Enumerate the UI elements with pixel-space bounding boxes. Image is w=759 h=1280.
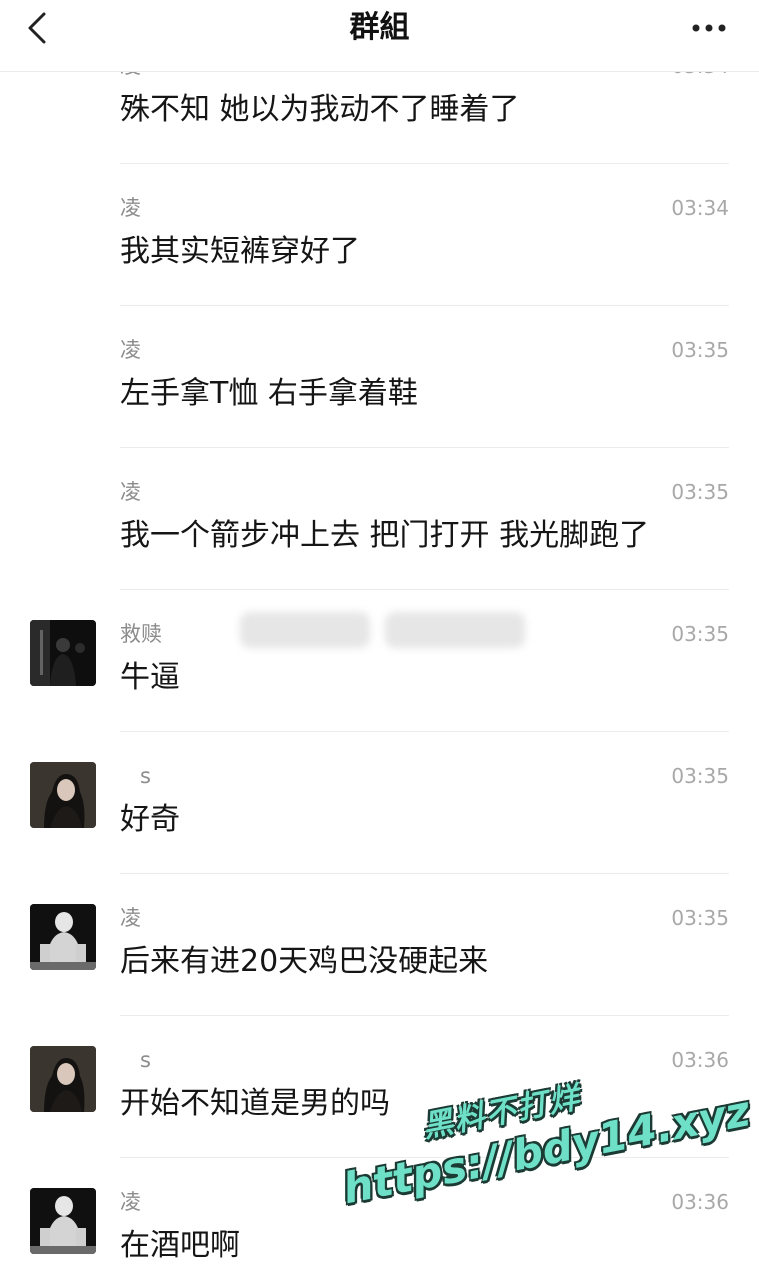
blurred-text (240, 612, 370, 648)
sender-name: 凌 (120, 196, 141, 220)
message-text: 我其实短裤穿好了 (120, 234, 360, 269)
more-button[interactable] (689, 10, 729, 46)
sender-name: s (140, 1048, 151, 1072)
message-time: 03:35 (671, 764, 729, 788)
top-bar: 群組 (0, 0, 759, 72)
avatar[interactable] (30, 620, 96, 686)
avatar[interactable] (30, 762, 96, 828)
message-time: 03:35 (671, 480, 729, 504)
avatar[interactable] (30, 1188, 96, 1254)
message-item[interactable]: 凌 03:35 我一个箭步冲上去 把门打开 我光脚跑了 (0, 448, 759, 590)
message-time: 03:36 (671, 1190, 729, 1214)
message-text: 殊不知 她以为我动不了睡着了 (120, 92, 520, 127)
message-item[interactable]: 凌 03:35 左手拿T恤 右手拿着鞋 (0, 306, 759, 448)
blurred-text (385, 612, 525, 648)
sender-name: 凌 (120, 1190, 141, 1214)
message-item[interactable]: 凌 03:36 在酒吧啊 (0, 1158, 759, 1280)
message-text: 牛逼 (120, 660, 180, 695)
sender-name: 凌 (120, 906, 141, 930)
message-item[interactable]: 凌 03:35 后来有进20天鸡巴没硬起来 (0, 874, 759, 1016)
message-text: 好奇 (120, 802, 180, 837)
sender-name: 凌 (120, 338, 141, 362)
sender-name: 救赎 (120, 622, 162, 646)
message-item[interactable]: 救赎 03:35 牛逼 (0, 590, 759, 732)
message-text: 我一个箭步冲上去 把门打开 我光脚跑了 (120, 518, 650, 553)
sender-name: 凌 (120, 480, 141, 504)
more-dots-icon (692, 24, 726, 32)
avatar[interactable] (30, 904, 96, 970)
sender-name: s (140, 764, 151, 788)
message-time: 03:34 (671, 196, 729, 220)
message-list[interactable]: 凌 03:34 殊不知 她以为我动不了睡着了 凌 03:34 我其实短裤穿好了 … (0, 0, 759, 1280)
page-title: 群組 (349, 10, 410, 45)
avatar[interactable] (30, 1046, 96, 1112)
message-time: 03:35 (671, 338, 729, 362)
message-item[interactable]: s 03:35 好奇 (0, 732, 759, 874)
message-item[interactable]: 凌 03:34 我其实短裤穿好了 (0, 164, 759, 306)
message-text: 后来有进20天鸡巴没硬起来 (120, 944, 489, 979)
message-text: 开始不知道是男的吗 (120, 1086, 390, 1121)
message-item[interactable]: s 03:36 开始不知道是男的吗 (0, 1016, 759, 1158)
message-time: 03:35 (671, 622, 729, 646)
message-text: 在酒吧啊 (120, 1228, 240, 1263)
message-time: 03:35 (671, 906, 729, 930)
message-text: 左手拿T恤 右手拿着鞋 (120, 376, 418, 411)
message-time: 03:36 (671, 1048, 729, 1072)
